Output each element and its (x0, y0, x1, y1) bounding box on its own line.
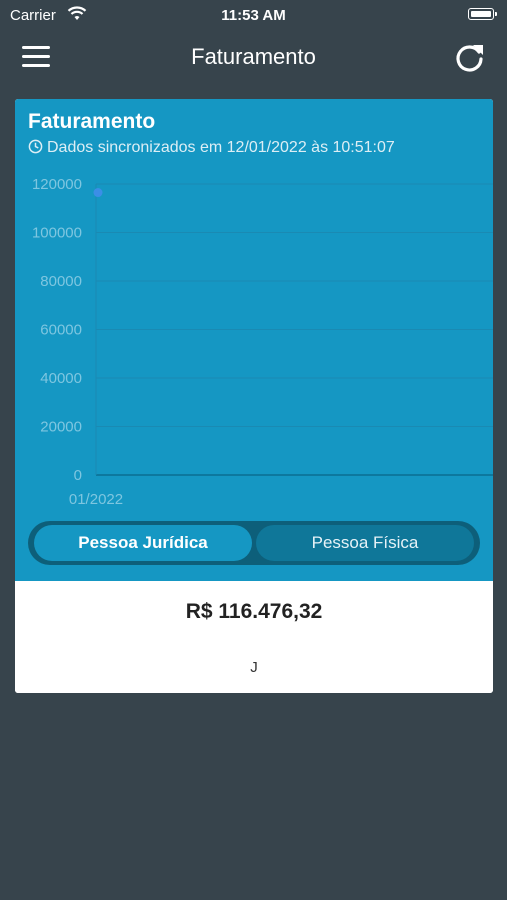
segment-pessoa-juridica[interactable]: Pessoa Jurídica (34, 525, 252, 561)
revenue-card: Faturamento Dados sincronizados em 12/01… (15, 99, 493, 693)
clock-icon (28, 139, 43, 154)
y-tick-label: 120000 (32, 176, 82, 193)
y-tick-label: 0 (74, 467, 82, 484)
y-tick-label: 100000 (32, 225, 82, 242)
segment-pessoa-fisica[interactable]: Pessoa Física (256, 525, 474, 561)
y-tick-label: 80000 (40, 273, 82, 290)
status-bar: Carrier 11:53 AM (0, 0, 507, 32)
y-tick-label: 40000 (40, 370, 82, 387)
revenue-chart: 0 20000 40000 60000 80000 100000 120000 01/2022 (32, 176, 493, 508)
person-type-segmented-control: Pessoa Jurídica Pessoa Física (28, 521, 480, 565)
sync-info: Dados sincronizados em 12/01/2022 às 10:… (28, 139, 395, 157)
battery-icon (468, 8, 497, 20)
navigation-bar: Faturamento (0, 36, 507, 80)
legend-label: J (250, 659, 258, 676)
y-tick-label: 60000 (40, 322, 82, 339)
summary-panel: R$ 116.476,32 J (15, 581, 493, 693)
page-title: Faturamento (191, 44, 316, 69)
total-revenue: R$ 116.476,32 (185, 600, 323, 623)
x-tick-label: 01/2022 (69, 491, 123, 508)
chart-panel: Faturamento Dados sincronizados em 12/01… (15, 99, 493, 581)
card-title: Faturamento (28, 110, 156, 133)
refresh-icon[interactable] (453, 41, 487, 75)
sync-text: Dados sincronizados em 12/01/2022 às 10:… (47, 139, 395, 156)
data-point (93, 188, 103, 198)
y-tick-label: 20000 (40, 419, 82, 436)
clock: 11:53 AM (221, 7, 286, 24)
